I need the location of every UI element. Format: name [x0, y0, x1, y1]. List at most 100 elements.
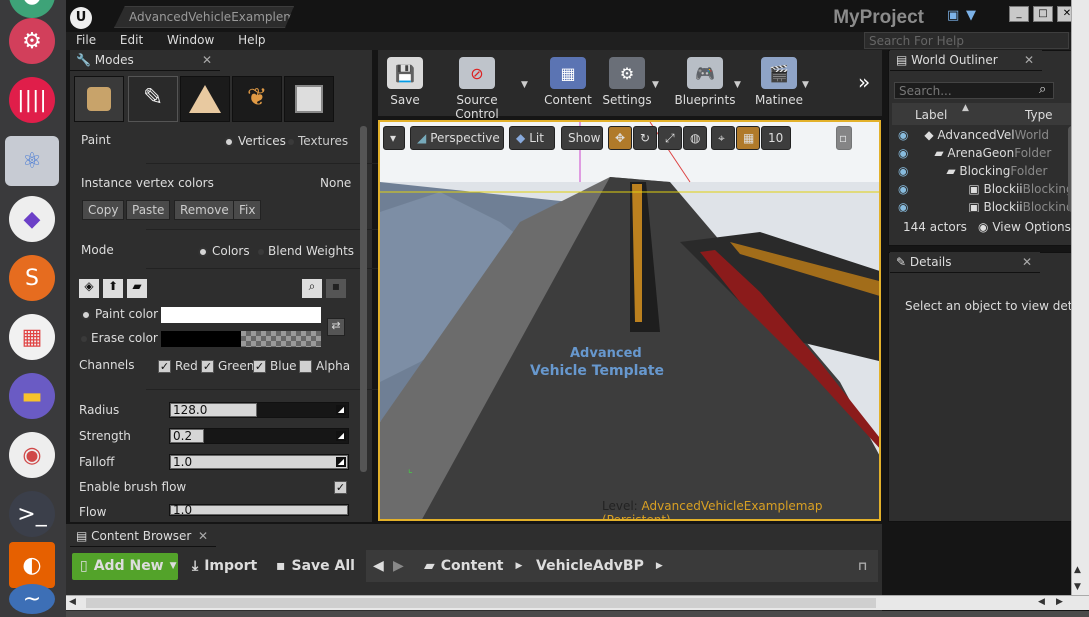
menu-file[interactable]: File: [66, 32, 106, 48]
save-icon[interactable]: ▪: [326, 279, 346, 298]
label-column-header[interactable]: Label: [915, 108, 947, 122]
settings-app-icon[interactable]: ⚙: [9, 18, 55, 64]
level-viewport[interactable]: Advanced Vehicle Template ⌞ Level: Advan…: [378, 120, 881, 521]
channel-alpha[interactable]: Alpha: [299, 359, 350, 373]
menu-edit[interactable]: Edit: [110, 32, 153, 48]
vertical-scrollbar[interactable]: [1071, 0, 1089, 595]
content-button[interactable]: ▦ Content: [542, 56, 594, 112]
surface-snap-button[interactable]: ⌖: [711, 126, 735, 150]
modes-tab[interactable]: 🔧 Modes ✕: [70, 50, 220, 71]
close-icon[interactable]: ✕: [198, 529, 208, 543]
translate-tool-button[interactable]: ✥: [608, 126, 632, 150]
forward-button[interactable]: ▶: [393, 553, 404, 579]
find-icon[interactable]: ⌕: [302, 279, 322, 298]
atom-app-icon[interactable]: ⚛: [5, 136, 59, 186]
maximize-button[interactable]: □: [1033, 6, 1053, 22]
scroll-thumb[interactable]: [86, 598, 876, 608]
close-icon[interactable]: ✕: [1024, 53, 1034, 67]
show-button[interactable]: Show: [561, 126, 603, 150]
geometry-mode-button[interactable]: [284, 76, 334, 122]
path-content[interactable]: ▰ Content ▶: [424, 553, 522, 579]
terminal-app-icon[interactable]: >_: [9, 491, 55, 537]
import-button[interactable]: ⤓ Import: [192, 553, 257, 579]
view-options-button[interactable]: ◉ View Options: [978, 220, 1071, 234]
settings-button[interactable]: ⚙ Settings: [602, 56, 652, 112]
files-app-icon[interactable]: ▬: [9, 373, 55, 419]
outliner-row[interactable]: ◉ ▣ BlockiiBlocking: [898, 200, 1074, 212]
outliner-row[interactable]: ◉ ▰ ArenaGeonFolder: [898, 146, 1051, 164]
app-icon[interactable]: ●: [9, 0, 55, 18]
perspective-button[interactable]: ◢ Perspective: [410, 126, 504, 150]
close-icon[interactable]: ✕: [202, 53, 212, 67]
blend-weights-radio[interactable]: Blend Weights: [258, 244, 354, 258]
chat-icon[interactable]: ▣: [947, 8, 959, 23]
grid-snap-button[interactable]: ▦: [736, 126, 760, 150]
textures-radio[interactable]: Textures: [288, 134, 348, 148]
blueprints-button[interactable]: 🎮 Blueprints: [674, 56, 736, 112]
maximize-viewport-button[interactable]: ▫: [836, 126, 852, 150]
toolbar-overflow-icon[interactable]: »: [858, 70, 870, 94]
radius-slider[interactable]: 128.0 ◢: [169, 402, 349, 418]
landscape-mode-button[interactable]: [180, 76, 230, 122]
app-grid-icon[interactable]: ▦: [9, 314, 55, 360]
extra-app-icon[interactable]: ~: [9, 584, 55, 614]
visual-studio-app-icon[interactable]: ◆: [9, 196, 55, 242]
dropdown-arrow-icon[interactable]: ▼: [734, 80, 741, 90]
rotate-tool-button[interactable]: ↻: [633, 126, 657, 150]
scroll-left-icon[interactable]: ◀: [69, 597, 76, 607]
push-instance-icon[interactable]: ⬆: [103, 279, 123, 298]
save-all-button[interactable]: ▪ Save All: [276, 553, 355, 579]
paint-color-radio[interactable]: Paint color: [81, 307, 158, 321]
source-control-button[interactable]: ⊘ Source Control: [434, 56, 520, 121]
colors-radio[interactable]: Colors: [198, 244, 250, 258]
scroll-right-icon[interactable]: ▶: [1056, 597, 1063, 607]
details-tab[interactable]: ✎ Details ✕: [890, 252, 1040, 273]
sublime-app-icon[interactable]: S: [9, 255, 55, 301]
matinee-button[interactable]: 🎬 Matinee: [754, 56, 804, 112]
falloff-slider[interactable]: 1.0 ◢: [169, 454, 349, 470]
outliner-row[interactable]: ◉ ▣ BlockiiBlocking: [898, 182, 1074, 200]
flow-slider[interactable]: 1.0: [169, 503, 349, 517]
foliage-mode-button[interactable]: ❦: [232, 76, 282, 122]
outliner-row[interactable]: ◉ ▰ BlockingFolder: [898, 164, 1047, 182]
copy-button[interactable]: Copy: [82, 200, 125, 220]
minimize-button[interactable]: _: [1009, 6, 1029, 22]
scale-tool-button[interactable]: ⤢: [658, 126, 682, 150]
paint-mode-button[interactable]: ✎: [128, 76, 178, 122]
menu-window[interactable]: Window: [157, 32, 224, 48]
import-folder-icon[interactable]: ▰: [127, 279, 147, 298]
back-button[interactable]: ◀: [373, 553, 384, 579]
lit-button[interactable]: ◆ Lit: [509, 126, 555, 150]
remove-button[interactable]: Remove: [174, 200, 235, 220]
dropdown-arrow-icon[interactable]: ▼: [652, 80, 659, 90]
level-tab[interactable]: AdvancedVehicleExamplema: [114, 6, 294, 28]
music-app-icon[interactable]: ||||: [9, 77, 55, 123]
world-outliner-tab[interactable]: ▤ World Outliner ✕: [890, 50, 1042, 71]
place-mode-button[interactable]: [74, 76, 124, 122]
vertices-radio[interactable]: Vertices: [224, 134, 286, 148]
modes-scrollbar[interactable]: [360, 126, 367, 472]
strength-slider[interactable]: 0.2 ◢: [169, 428, 349, 444]
type-column-header[interactable]: Type: [1025, 108, 1053, 122]
paint-color-swatch[interactable]: [161, 307, 321, 323]
channel-red[interactable]: ✓ Red: [158, 359, 198, 373]
dropdown-arrow-icon[interactable]: ▼: [521, 80, 528, 90]
paste-button[interactable]: Paste: [126, 200, 171, 220]
scroll-down-icon[interactable]: ▼: [1074, 582, 1081, 592]
search-icon[interactable]: ⌕: [1039, 82, 1046, 97]
scroll-up-icon[interactable]: ▲: [1074, 565, 1081, 575]
outliner-search-input[interactable]: Search...: [894, 82, 1054, 99]
firefox-app-icon[interactable]: ◐: [9, 542, 55, 588]
world-local-button[interactable]: ◍: [683, 126, 707, 150]
dropdown-arrow-icon[interactable]: ▼: [802, 80, 809, 90]
path-vehicleadvbp[interactable]: VehicleAdvBP ▶: [536, 553, 663, 579]
toggle-app-icon[interactable]: ◉: [9, 432, 55, 478]
erase-color-radio[interactable]: Erase color: [81, 331, 158, 345]
viewport-options-button[interactable]: ▾: [383, 126, 405, 150]
fix-button[interactable]: Fix: [233, 200, 262, 220]
notification-icon[interactable]: ▼: [966, 8, 976, 23]
close-icon[interactable]: ✕: [1022, 255, 1032, 269]
erase-color-swatch[interactable]: [161, 331, 321, 347]
outliner-row[interactable]: ◉ ◆ AdvancedVelWorld: [898, 128, 1049, 146]
swap-colors-icon[interactable]: ⇄: [327, 318, 345, 336]
